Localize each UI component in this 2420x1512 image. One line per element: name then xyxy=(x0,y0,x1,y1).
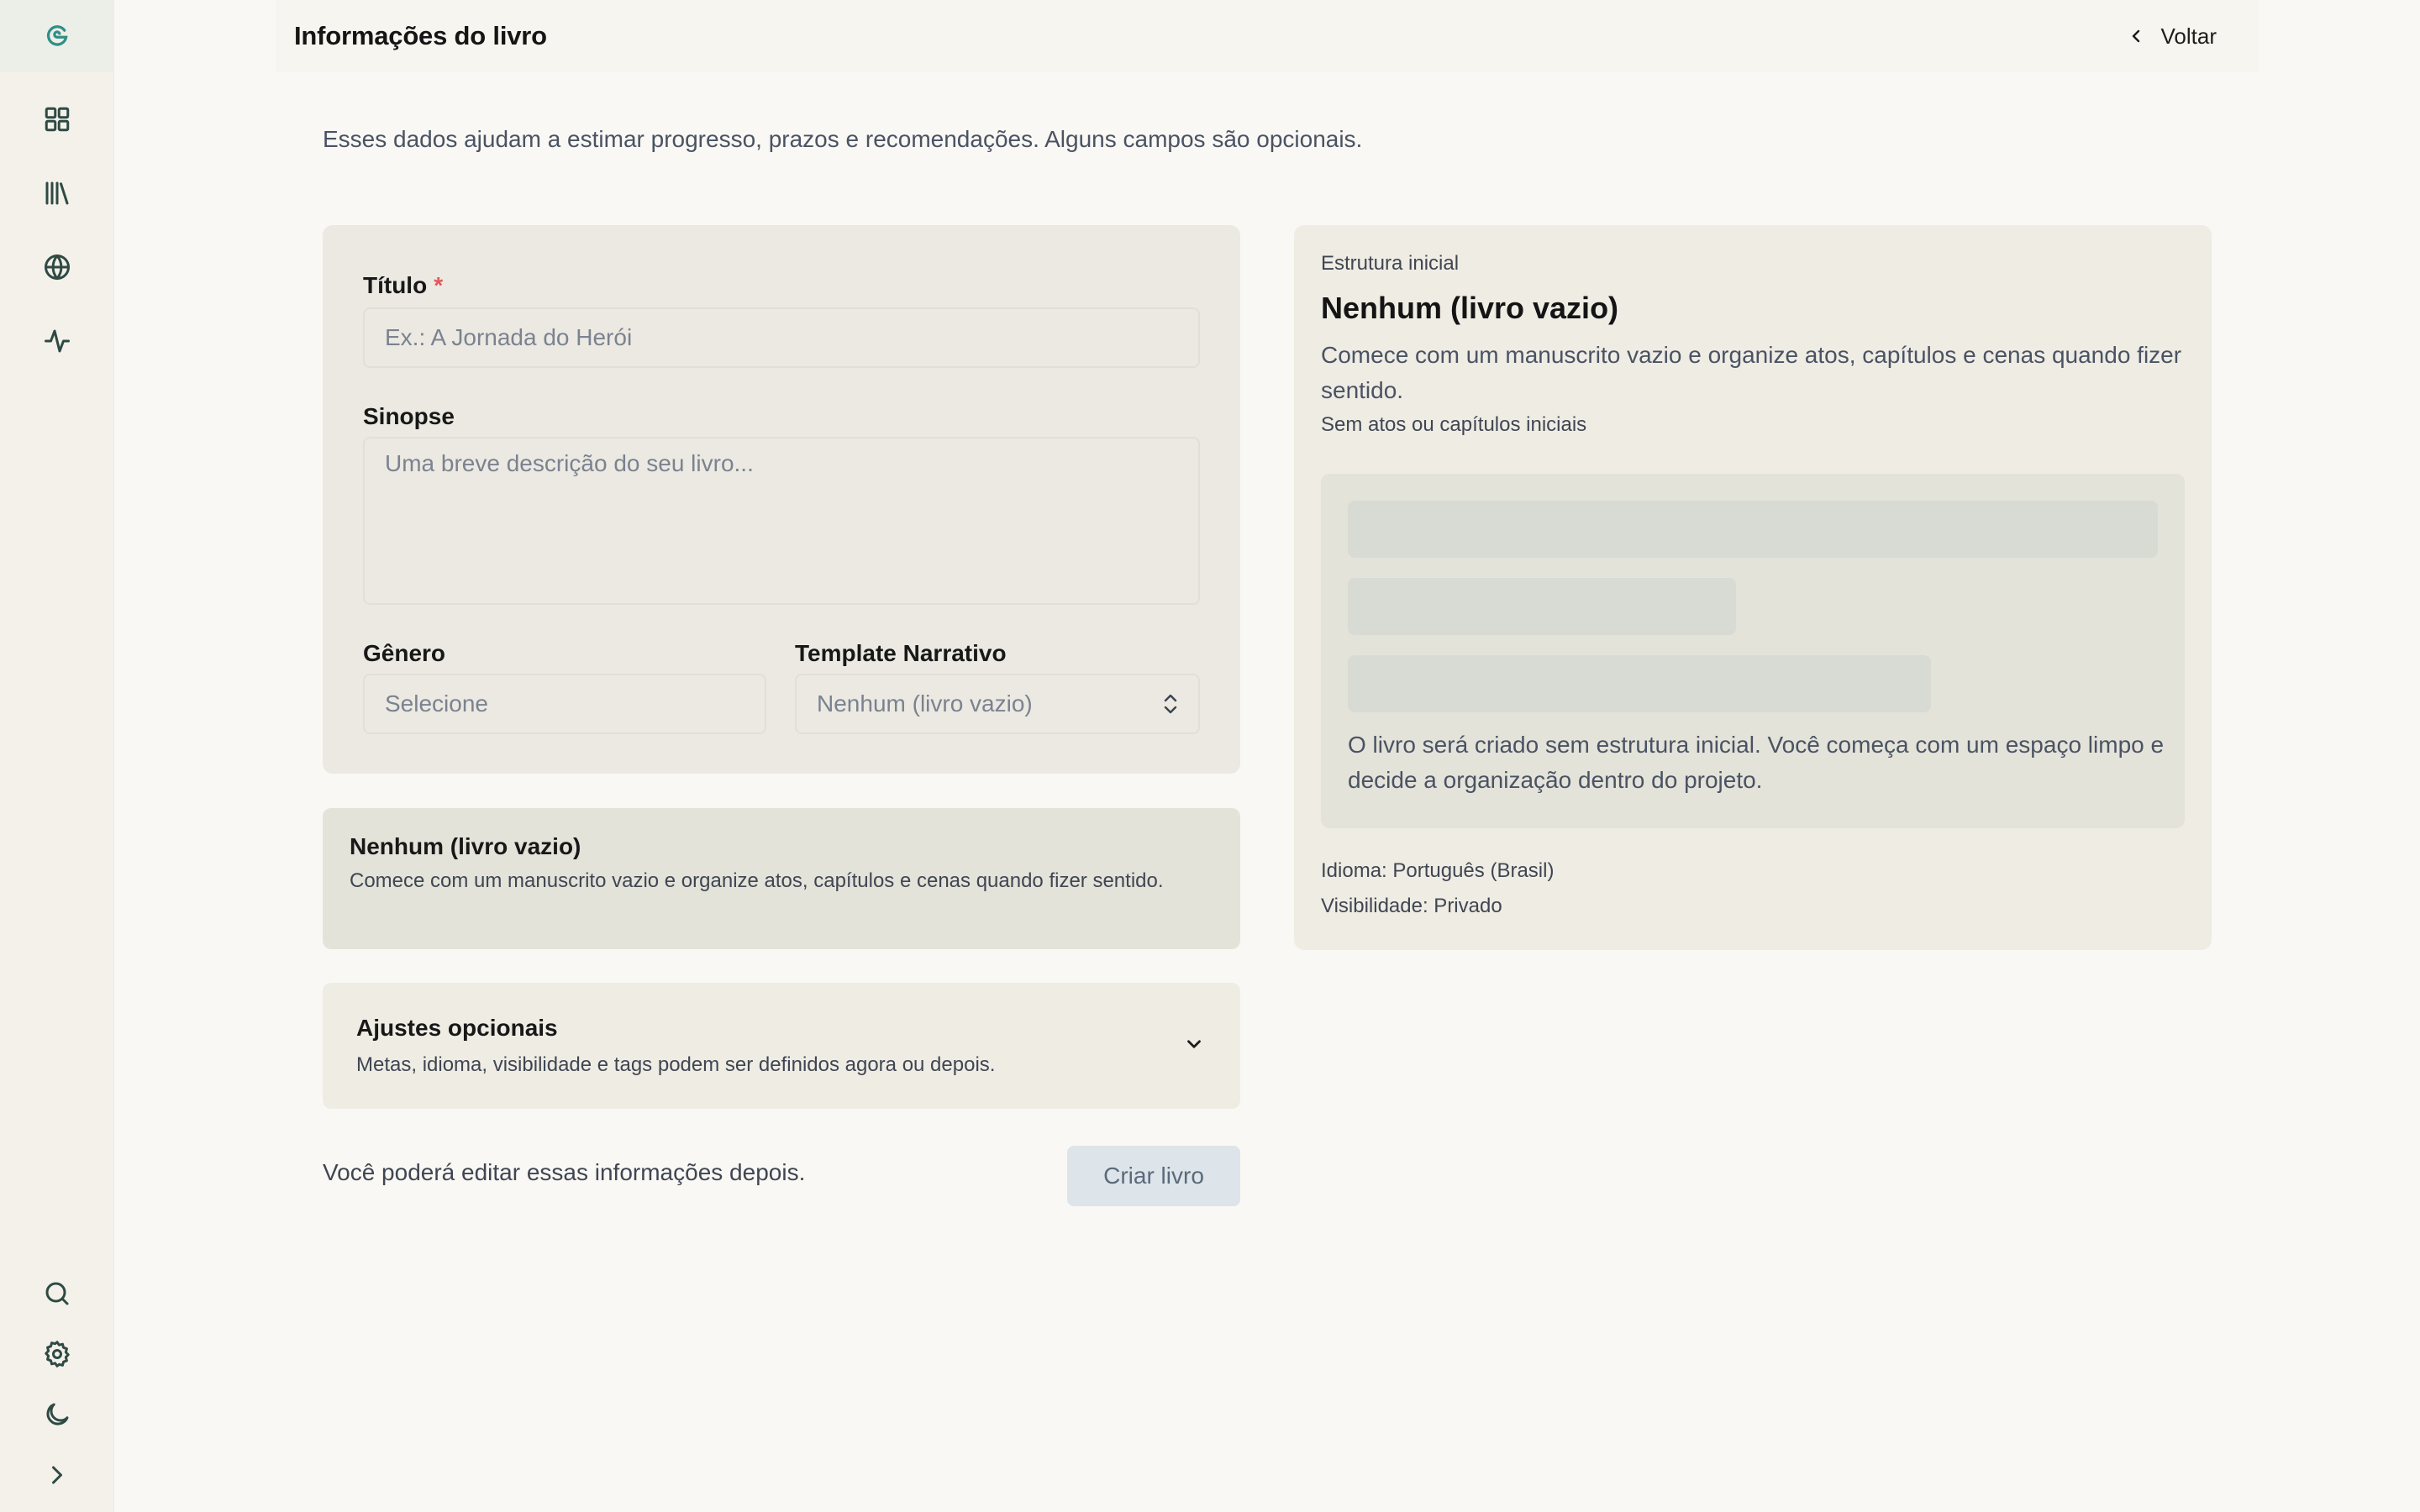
moon-icon xyxy=(46,1403,69,1425)
intro-text: Esses dados ajudam a estimar progresso, … xyxy=(323,126,1363,152)
book-form: Título * Ex.: A Jornada do Herói Sinopse … xyxy=(323,225,1240,774)
page-header: Informações do livro Voltar xyxy=(276,0,2259,72)
nav-library[interactable] xyxy=(34,170,81,217)
optional-settings-description: Metas, idioma, visibilidade e tags podem… xyxy=(356,1053,996,1076)
synopsis-textarea[interactable]: Uma breve descrição do seu livro... xyxy=(363,437,1200,605)
spiral-logo-icon xyxy=(46,25,68,46)
chevron-down-icon xyxy=(1183,1033,1205,1055)
skeleton-bar xyxy=(1348,501,2158,558)
optional-settings-title: Ajustes opcionais xyxy=(356,1015,558,1041)
template-select[interactable]: Nenhum (livro vazio) xyxy=(795,674,1200,734)
preview-description: Comece com um manuscrito vazio e organiz… xyxy=(1321,342,2182,403)
expand-sidebar-button[interactable] xyxy=(34,1452,81,1499)
search-button[interactable] xyxy=(34,1270,81,1317)
template-info-name: Nenhum (livro vazio) xyxy=(350,833,581,859)
gear-icon xyxy=(45,1341,70,1368)
genre-label: Gênero xyxy=(363,640,446,666)
create-book-button[interactable]: Criar livro xyxy=(1067,1146,1240,1206)
footer-note: Você poderá editar essas informações dep… xyxy=(323,1159,806,1185)
settings-button[interactable] xyxy=(34,1331,81,1378)
nav-world[interactable] xyxy=(34,244,81,291)
theme-toggle[interactable] xyxy=(34,1391,81,1438)
optional-settings-toggle[interactable]: Ajustes opcionais Metas, idioma, visibil… xyxy=(323,983,1240,1109)
genre-select[interactable]: Selecione xyxy=(363,674,766,734)
back-button[interactable]: Voltar xyxy=(2118,15,2241,58)
back-label: Voltar xyxy=(2160,23,2217,49)
preview-kicker: Estrutura inicial xyxy=(1321,252,1460,275)
preview-meta: Idioma: Português (Brasil) Visibilidade:… xyxy=(1321,853,1554,924)
structure-skeleton: O livro será criado sem estrutura inicia… xyxy=(1321,474,2185,828)
title-label: Título * xyxy=(363,272,443,299)
globe-icon xyxy=(45,255,70,280)
title-input[interactable]: Ex.: A Jornada do Herói xyxy=(363,307,1200,368)
preview-title: Nenhum (livro vazio) xyxy=(1321,291,1619,325)
nav-dashboard[interactable] xyxy=(34,96,81,143)
select-arrows-icon xyxy=(1161,690,1180,717)
chevron-right-icon xyxy=(52,1466,62,1484)
skeleton-bar xyxy=(1348,655,1931,712)
template-value: Nenhum (livro vazio) xyxy=(817,690,1033,717)
template-info-description: Comece com um manuscrito vazio e organiz… xyxy=(350,869,1164,892)
preview-visibility: Visibilidade: Privado xyxy=(1321,895,1502,917)
template-label: Template Narrativo xyxy=(795,640,1007,666)
title-placeholder: Ex.: A Jornada do Herói xyxy=(385,324,633,350)
activity-icon xyxy=(45,329,70,353)
grid-icon xyxy=(45,107,70,132)
preview-note: O livro será criado sem estrutura inicia… xyxy=(1348,732,2165,793)
skeleton-bar xyxy=(1348,578,1736,635)
library-icon xyxy=(45,181,69,205)
page-title: Informações do livro xyxy=(294,21,547,50)
title-label-text: Título xyxy=(363,272,428,298)
app-logo[interactable] xyxy=(0,0,114,72)
genre-value: Selecione xyxy=(385,690,488,717)
required-marker: * xyxy=(434,272,444,298)
structure-preview: Estrutura inicial Nenhum (livro vazio) C… xyxy=(1294,225,2212,950)
chevron-left-icon xyxy=(2132,29,2139,43)
preview-language: Idioma: Português (Brasil) xyxy=(1321,859,1555,882)
template-info-card: Nenhum (livro vazio) Comece com um manus… xyxy=(323,808,1240,949)
sidebar xyxy=(0,0,114,1512)
synopsis-label: Sinopse xyxy=(363,403,455,429)
synopsis-placeholder: Uma breve descrição do seu livro... xyxy=(385,450,754,476)
nav-activity[interactable] xyxy=(34,318,81,365)
search-icon xyxy=(45,1282,69,1305)
preview-subtitle: Sem atos ou capítulos iniciais xyxy=(1321,413,1587,436)
